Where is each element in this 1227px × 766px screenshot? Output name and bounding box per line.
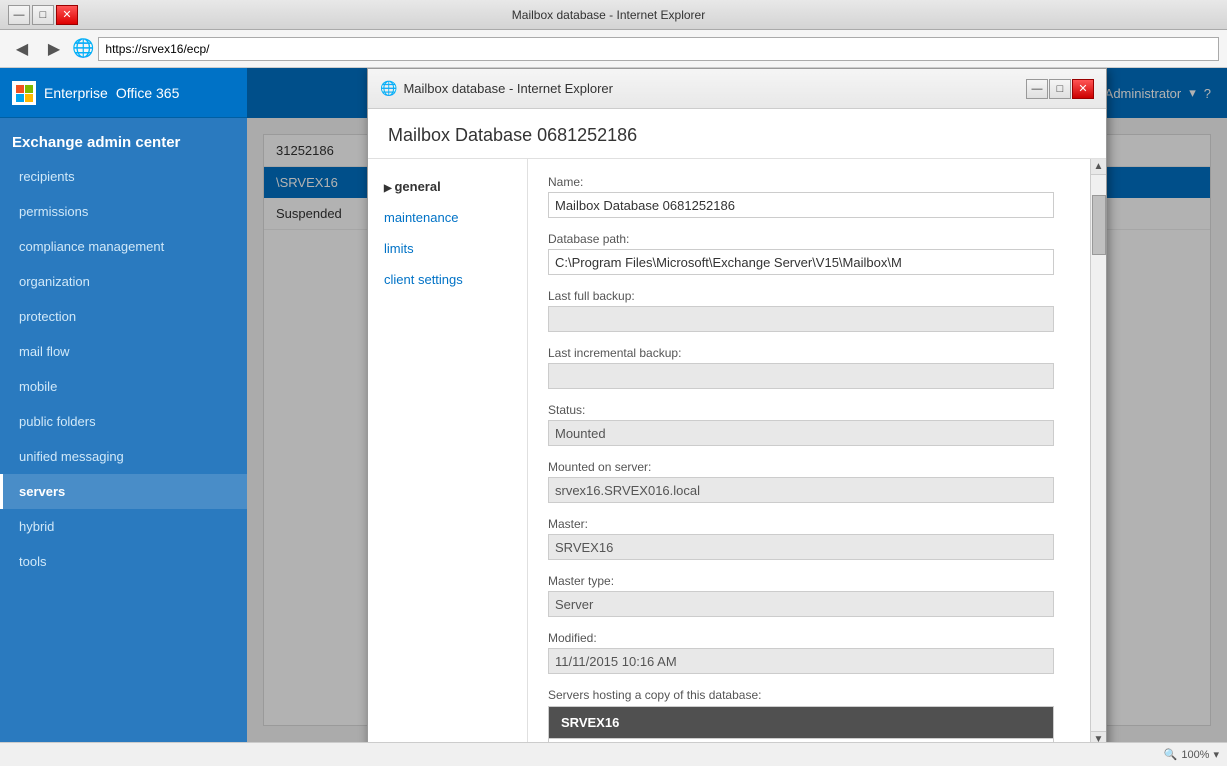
sidebar-item-recipients[interactable]: recipients [0,159,247,194]
modified-input [548,648,1054,674]
zoom-dropdown-icon[interactable]: ▾ [1213,748,1219,761]
master-type-label: Master type: [548,574,1054,588]
last-incremental-backup-input [548,363,1054,389]
modal-overlay: 🌐 Mailbox database - Internet Explorer —… [247,68,1227,742]
sidebar-item-compliance-management[interactable]: compliance management [0,229,247,264]
modal-close-btn[interactable]: ✕ [1072,79,1094,99]
sidebar-item-mobile[interactable]: mobile [0,369,247,404]
sidebar-item-hybrid[interactable]: hybrid [0,509,247,544]
name-label: Name: [548,175,1054,189]
back-button[interactable]: ◀ [8,36,36,62]
db-path-label: Database path: [548,232,1054,246]
enterprise-label: Enterprise [44,85,108,101]
office365-label: Office 365 [116,85,180,101]
main-area: Enterprise Office 365 Exchange admin cen… [0,68,1227,742]
browser-maximize-btn[interactable]: □ [32,5,54,25]
scroll-up-arrow[interactable]: ▲ [1091,159,1106,175]
modal-header: Mailbox Database 0681252186 [368,109,1106,159]
modal-body: general maintenance limits client settin… [368,159,1106,742]
name-input[interactable] [548,192,1054,218]
browser-minimize-btn[interactable]: — [8,5,30,25]
sidebar-item-servers[interactable]: servers [0,474,247,509]
browser-window: — □ ✕ Mailbox database - Internet Explor… [0,0,1227,766]
modal-ie-icon: 🌐 [380,80,397,97]
sidebar-item-unified-messaging[interactable]: unified messaging [0,439,247,474]
modified-label: Modified: [548,631,1054,645]
modal-nav-limits[interactable]: limits [368,233,527,264]
sidebar-item-public-folders[interactable]: public folders [0,404,247,439]
last-full-backup-input [548,306,1054,332]
modal-form: Name: Database path: Last full backup: [528,159,1090,742]
mounted-on-server-input [548,477,1054,503]
browser-left-controls: — □ ✕ [8,5,78,25]
modified-field-group: Modified: [548,631,1054,674]
master-type-input [548,591,1054,617]
last-incremental-backup-label: Last incremental backup: [548,346,1054,360]
ie-icon: 🌐 [72,38,94,59]
modal-content: Mailbox Database 0681252186 general main… [368,109,1106,742]
modal-nav-client-settings[interactable]: client settings [368,264,527,295]
address-bar[interactable] [98,37,1219,61]
mounted-on-server-group: Mounted on server: [548,460,1054,503]
master-type-field-group: Master type: [548,574,1054,617]
right-content-area: Administrator ▾ ? 31252186 \SRVEX16 Susp… [247,68,1227,742]
servers-hosting-label: Servers hosting a copy of this database: [548,688,1054,702]
browser-toolbar: ◀ ▶ 🌐 [0,30,1227,68]
modal-nav-maintenance[interactable]: maintenance [368,202,527,233]
master-label: Master: [548,517,1054,531]
last-incremental-backup-group: Last incremental backup: [548,346,1054,389]
scroll-down-arrow[interactable]: ▼ [1091,731,1106,742]
modal-heading: Mailbox Database 0681252186 [388,125,1086,146]
master-input [548,534,1054,560]
master-field-group: Master: [548,517,1054,560]
modal-minimize-btn[interactable]: — [1026,79,1048,99]
modal-titlebar: 🌐 Mailbox database - Internet Explorer —… [368,69,1106,109]
db-path-field-group: Database path: [548,232,1054,275]
sidebar-item-tools[interactable]: tools [0,544,247,579]
scrollbar-thumb[interactable] [1092,195,1106,255]
sidebar-item-protection[interactable]: protection [0,299,247,334]
servers-hosting-group: Servers hosting a copy of this database:… [548,688,1054,742]
browser-titlebar: — □ ✕ Mailbox database - Internet Explor… [0,0,1227,30]
office365-header: Enterprise Office 365 [0,68,247,118]
last-full-backup-group: Last full backup: [548,289,1054,332]
servers-list-empty-area [548,739,1054,742]
modal-scrollbar: ▲ ▼ [1090,159,1106,742]
office-logo [12,81,36,105]
sidebar-item-mail-flow[interactable]: mail flow [0,334,247,369]
modal-title: 🌐 Mailbox database - Internet Explorer [380,80,613,97]
last-full-backup-label: Last full backup: [548,289,1054,303]
modal-nav: general maintenance limits client settin… [368,159,528,742]
left-sidebar: Enterprise Office 365 Exchange admin cen… [0,68,247,742]
modal-window-controls: — □ ✕ [1026,79,1094,99]
sidebar-item-organization[interactable]: organization [0,264,247,299]
mailbox-database-modal: 🌐 Mailbox database - Internet Explorer —… [367,68,1107,742]
status-field-group: Status: [548,403,1054,446]
name-field-group: Name: [548,175,1054,218]
sidebar-item-permissions[interactable]: permissions [0,194,247,229]
browser-title: Mailbox database - Internet Explorer [78,8,1139,22]
sidebar-nav: recipients permissions compliance manage… [0,159,247,742]
status-input [548,420,1054,446]
browser-status-bar: 🔍 100% ▾ [0,742,1227,766]
modal-maximize-btn[interactable]: □ [1049,79,1071,99]
exchange-admin-center-title: Exchange admin center [0,118,247,159]
forward-button[interactable]: ▶ [40,36,68,62]
mounted-on-server-label: Mounted on server: [548,460,1054,474]
zoom-level: 100% [1181,749,1209,761]
browser-close-btn[interactable]: ✕ [56,5,78,25]
db-path-input[interactable] [548,249,1054,275]
server-list-item[interactable]: SRVEX16 [549,707,1053,738]
modal-nav-general[interactable]: general [368,171,527,202]
status-label: Status: [548,403,1054,417]
form-scroll-container: Name: Database path: Last full backup: [548,175,1070,742]
servers-list: SRVEX16 [548,706,1054,739]
zoom-icon: 🔍 [1164,748,1178,761]
